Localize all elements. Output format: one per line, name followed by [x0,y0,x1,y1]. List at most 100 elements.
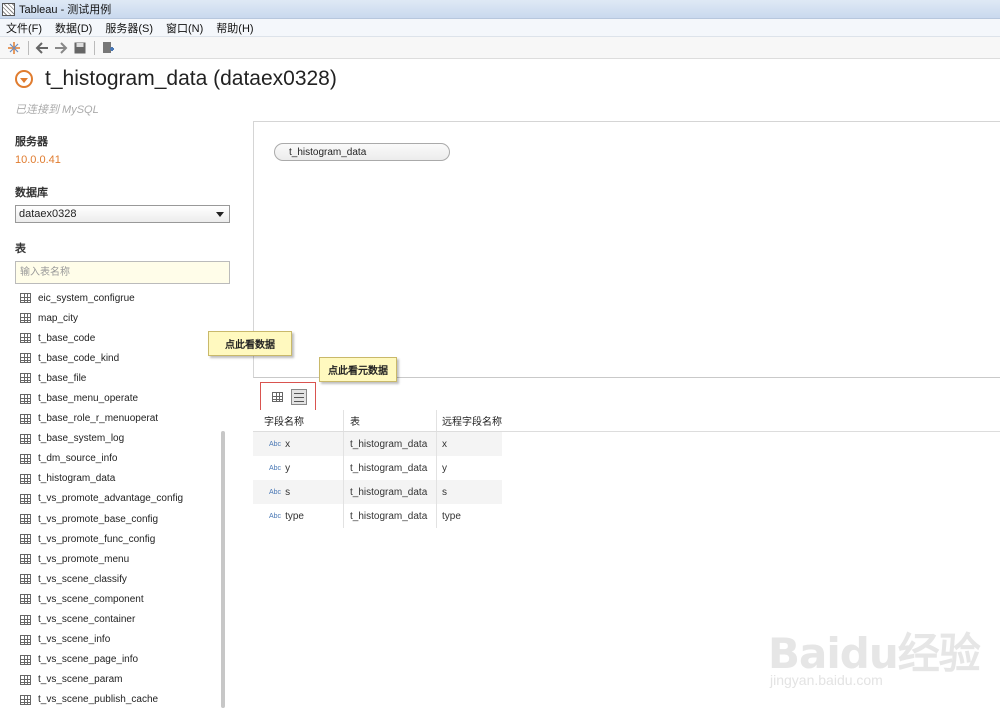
table-list-item[interactable]: t_vs_promote_advantage_config [20,489,225,509]
table-grid-icon [20,453,31,464]
table-list-item-label: t_vs_scene_publish_cache [38,694,159,706]
table-list-item[interactable]: t_base_code [20,328,225,348]
metadata-row[interactable]: Abc type t_histogram_data type [253,504,502,528]
view-toggle-group [260,382,316,411]
table-grid-icon [20,413,31,424]
table-grid-icon [20,694,31,705]
datasource-dropdown-icon[interactable] [15,70,33,88]
table-list-scrollbar[interactable] [221,431,225,708]
table-list-item[interactable]: t_vs_scene_component [20,589,225,609]
table-search-input[interactable] [15,261,230,284]
table-list-item[interactable]: map_city [20,308,225,328]
table-list-item[interactable]: t_base_code_kind [20,348,225,368]
table-list-item-label: t_vs_scene_page_info [38,654,139,666]
remote-field-cell: s [442,486,447,498]
table-pill[interactable]: t_histogram_data [274,143,450,161]
table-grid-icon [20,674,31,685]
metadata-list-button[interactable] [291,389,307,405]
table-list-item[interactable]: t_vs_scene_page_info [20,650,225,670]
table-grid-icon [20,634,31,645]
metadata-row[interactable]: Abc s t_histogram_data s [253,480,502,504]
table-list-item-label: t_vs_scene_component [38,593,144,605]
table-grid-icon [20,433,31,444]
table-list-item[interactable]: t_vs_promote_func_config [20,529,225,549]
menu-server[interactable]: 服务器(S) [105,20,153,36]
table-list-item[interactable]: t_histogram_data [20,469,225,489]
header-field-name[interactable]: 字段名称 [253,410,344,431]
table-cell: t_histogram_data [344,480,437,504]
table-list-item[interactable]: t_vs_scene_classify [20,569,225,589]
table-grid-icon [20,493,31,504]
menu-window[interactable]: 窗口(N) [166,20,203,36]
table-list-item-label: t_histogram_data [38,473,116,485]
table-cell: t_histogram_data [344,432,437,456]
table-grid-icon [20,594,31,605]
menu-help[interactable]: 帮助(H) [216,20,253,36]
table-grid-icon [20,614,31,625]
table-list-item[interactable]: t_vs_scene_container [20,610,225,630]
back-arrow-icon[interactable] [33,39,51,57]
join-canvas[interactable]: t_histogram_data [253,121,1000,378]
menu-bar: 文件(F) 数据(D) 服务器(S) 窗口(N) 帮助(H) [0,19,1000,37]
table-label: 表 [15,243,26,255]
table-list-item[interactable]: t_dm_source_info [20,449,225,469]
tableau-icon[interactable] [5,39,23,57]
chevron-down-icon [216,212,224,217]
table-list-item-label: t_base_role_r_menuoperat [38,413,159,425]
string-type-icon[interactable]: Abc [269,441,281,448]
database-select-value: dataex0328 [19,208,77,220]
table-list-item[interactable]: t_base_role_r_menuoperat [20,409,225,429]
table-list-item[interactable]: t_vs_scene_info [20,630,225,650]
table-list: eic_system_configrue map_city t_base_code t… [20,288,225,710]
forward-arrow-icon[interactable] [52,39,70,57]
view-data-callout: 点此看数据 [208,331,292,356]
data-grid-button[interactable] [269,389,285,405]
header-remote-field[interactable]: 远程字段名称 [437,410,502,431]
table-list-item[interactable]: t_vs_scene_param [20,670,225,690]
title-bar: Tableau - 测试用例 [0,0,1000,19]
server-value[interactable]: 10.0.0.41 [15,154,61,166]
header-table[interactable]: 表 [344,410,437,431]
table-list-item[interactable]: t_base_system_log [20,429,225,449]
table-grid-icon [20,333,31,344]
remote-field-cell: y [442,462,447,474]
new-datasource-icon[interactable] [99,39,117,57]
metadata-table: 字段名称 表 远程字段名称 Abc x t_histogram_data x Abc y t… [253,410,1000,528]
field-name: type [285,510,304,522]
table-list-item-label: t_base_system_log [38,433,125,445]
string-type-icon[interactable]: Abc [269,465,281,472]
table-list-item[interactable]: t_base_menu_operate [20,388,225,408]
metadata-rows: Abc x t_histogram_data x Abc y t_histogram_dat… [253,432,1000,528]
database-label: 数据库 [15,187,48,199]
database-select[interactable]: dataex0328 [15,205,230,223]
table-list-item[interactable]: t_vs_promote_menu [20,549,225,569]
baidu-watermark: Baidu经验 jingyan.baidu.com [768,620,988,700]
datasource-header: t_histogram_data (dataex0328) 已连接到 MySQL [0,59,1000,121]
toolbar-separator [28,40,29,55]
field-name: s [285,486,291,498]
save-icon[interactable] [71,39,89,57]
metadata-row[interactable]: Abc x t_histogram_data x [253,432,502,456]
remote-field-cell: type [442,510,461,522]
metadata-row[interactable]: Abc y t_histogram_data y [253,456,502,480]
field-name: y [285,462,291,474]
menu-file[interactable]: 文件(F) [6,20,42,36]
list-icon [294,392,304,402]
table-list-item[interactable]: t_base_file [20,368,225,388]
table-list-item[interactable]: t_vs_promote_base_config [20,509,225,529]
table-list-item[interactable]: t_vs_scene_publish_cache [20,690,225,710]
connection-status: 已连接到 MySQL [15,104,99,116]
field-name-cell: Abc y [253,456,344,480]
table-list-item[interactable]: eic_system_configrue [20,288,225,308]
table-list-item-label: t_dm_source_info [38,453,118,465]
datasource-title: t_histogram_data (dataex0328) [45,67,337,90]
table-list-item-label: t_vs_promote_advantage_config [38,493,184,505]
toolbar [0,37,1000,59]
string-type-icon[interactable]: Abc [269,489,281,496]
table-list-item-label: t_base_menu_operate [38,393,139,405]
table-grid-icon [20,393,31,404]
string-type-icon[interactable]: Abc [269,513,281,520]
table-grid-icon [20,353,31,364]
menu-data[interactable]: 数据(D) [55,20,92,36]
table-list-item-label: t_vs_promote_menu [38,553,130,565]
